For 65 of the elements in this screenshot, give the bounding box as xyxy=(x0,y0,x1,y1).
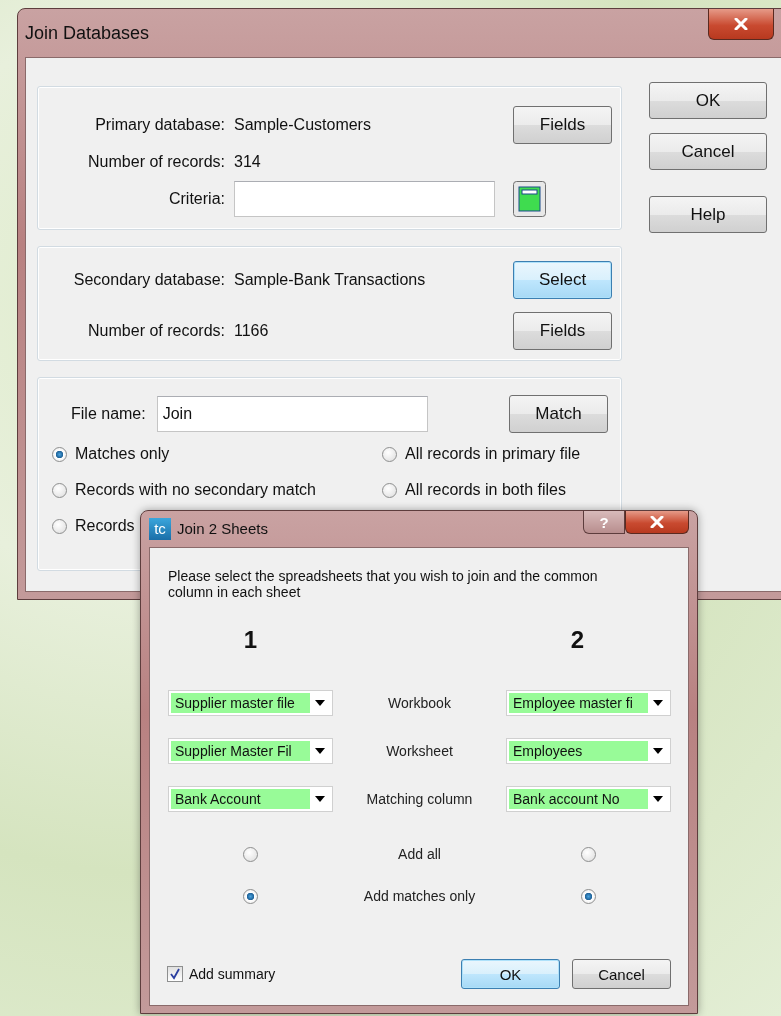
window-title: Join 2 Sheets xyxy=(177,520,268,537)
radio-button[interactable] xyxy=(52,518,67,534)
field-value: Sample-Customers xyxy=(234,116,372,134)
row-label: Add all xyxy=(397,846,442,862)
instruction-text: Please select the spreadsheets that you wish to join and the common column in each sheet xyxy=(168,568,599,600)
dialog-button[interactable]: Fields xyxy=(513,312,612,350)
option-label: Records xyxy=(75,517,135,535)
field-label: Criteria: xyxy=(168,189,225,208)
caret-icon xyxy=(315,796,325,802)
field-label: Primary database: xyxy=(94,116,225,134)
close-icon xyxy=(734,18,748,30)
dropdown[interactable]: Supplier master file xyxy=(168,690,333,716)
field-label: Number of records: xyxy=(87,153,225,171)
dialog-button[interactable]: Cancel xyxy=(649,133,767,170)
close-button[interactable] xyxy=(708,9,774,40)
row-label: Add matches only xyxy=(362,888,477,904)
file-name-field[interactable]: Join xyxy=(156,396,428,432)
dropdown[interactable]: Employees xyxy=(506,738,671,764)
radio-button[interactable] xyxy=(243,888,258,904)
field-value: 314 xyxy=(234,153,262,171)
option-label: Matches only xyxy=(75,445,170,463)
dialog-button[interactable]: OK xyxy=(649,82,767,119)
caret-icon xyxy=(653,748,663,754)
caret-icon xyxy=(653,796,663,802)
caret-icon xyxy=(653,700,663,706)
field-label: File name: xyxy=(71,405,146,423)
dropdown[interactable]: Supplier Master Fil xyxy=(168,738,333,764)
fields-button[interactable]: Fields xyxy=(513,106,612,144)
match-button[interactable]: Match xyxy=(509,395,608,433)
dropdown[interactable]: Bank Account xyxy=(168,786,333,812)
checkbox[interactable] xyxy=(167,966,183,982)
option-label: All records in both files xyxy=(405,481,566,499)
window-title: Join Databases xyxy=(25,23,150,44)
field-value: Sample-Bank Transactions xyxy=(234,271,427,289)
radio-button[interactable] xyxy=(52,446,67,462)
row-label: Matching column xyxy=(365,791,474,807)
close-button[interactable] xyxy=(625,511,689,534)
radio-button[interactable] xyxy=(581,846,596,862)
dialog-button[interactable]: Help xyxy=(649,196,767,233)
dialog-button[interactable]: OK xyxy=(461,959,560,989)
field-label: Number of records: xyxy=(87,322,225,340)
dialog-button[interactable]: Select xyxy=(513,261,612,299)
caret-icon xyxy=(315,700,325,706)
radio-button[interactable] xyxy=(52,482,67,498)
caret-icon xyxy=(315,748,325,754)
radio-button[interactable] xyxy=(581,888,596,904)
field-value: 1166 xyxy=(234,322,270,340)
dropdown[interactable]: Employee master fi xyxy=(506,690,671,716)
calculator-icon[interactable] xyxy=(513,180,546,217)
column-heading: 1 xyxy=(242,626,259,654)
radio-button[interactable] xyxy=(382,482,397,498)
app-logo: tc xyxy=(149,518,171,540)
option-label: All records in primary file xyxy=(405,445,581,463)
row-label: Workbook xyxy=(387,695,452,711)
criteria-field[interactable] xyxy=(234,180,495,217)
column-heading: 2 xyxy=(569,626,586,654)
field-label: Secondary database: xyxy=(72,271,225,289)
dialog-button[interactable]: Cancel xyxy=(572,959,671,989)
option-label: Records with no secondary match xyxy=(75,481,316,499)
row-label: Worksheet xyxy=(385,743,454,759)
dropdown[interactable]: Bank account No xyxy=(506,786,671,812)
radio-button[interactable] xyxy=(382,446,397,462)
radio-button[interactable] xyxy=(243,846,258,862)
close-icon xyxy=(650,516,664,528)
checkbox-label: Add summary xyxy=(189,966,276,982)
